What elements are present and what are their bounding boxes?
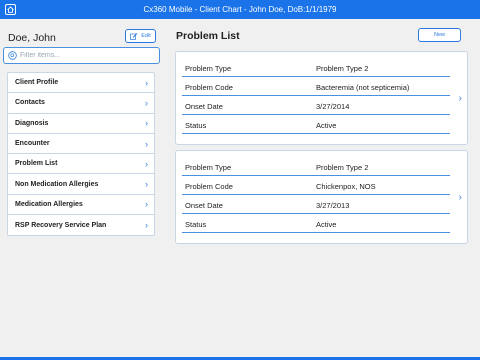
chevron-right-icon: › — [145, 77, 148, 88]
title-bar: Cx360 Mobile - Client Chart - John Doe, … — [0, 0, 480, 19]
detail-value: 3/27/2013 — [316, 201, 350, 210]
detail-key: Problem Code — [185, 182, 233, 191]
chevron-right-icon[interactable]: › — [459, 93, 462, 104]
detail-key: Problem Type — [185, 163, 232, 172]
sidebar-item-rsp-recovery-service-plan[interactable]: RSP Recovery Service Plan › — [8, 215, 154, 235]
detail-value: Problem Type 2 — [316, 64, 369, 73]
filter-field[interactable] — [3, 47, 160, 64]
detail-row: Problem Type Problem Type 2 — [182, 157, 450, 176]
window-title: Cx360 Mobile - Client Chart - John Doe, … — [143, 5, 337, 14]
sidebar-nav: Client Profile › Contacts › Diagnosis › … — [7, 72, 155, 237]
detail-value: Active — [316, 220, 337, 229]
detail-key: Onset Date — [185, 102, 223, 111]
chevron-right-icon: › — [145, 97, 148, 108]
problem-card[interactable]: Problem Type Problem Type 2 Problem Code… — [175, 150, 468, 244]
detail-key: Problem Type — [185, 64, 232, 73]
chevron-right-icon: › — [145, 179, 148, 190]
sidebar-item-label: Encounter — [15, 140, 50, 148]
sidebar-item-problem-list[interactable]: Problem List › — [8, 154, 154, 175]
sidebar-item-label: Contacts — [15, 99, 45, 107]
sidebar-item-non-medication-allergies[interactable]: Non Medication Allergies › — [8, 174, 154, 195]
sidebar-item-label: Medication Allergies — [15, 200, 83, 208]
detail-row: Problem Code Bacteremia (not septicemia) — [182, 77, 450, 96]
detail-value: Problem Type 2 — [316, 163, 369, 172]
chevron-right-icon[interactable]: › — [459, 192, 462, 203]
sidebar-item-diagnosis[interactable]: Diagnosis › — [8, 114, 154, 134]
detail-key: Status — [185, 121, 207, 130]
detail-value: Chickenpox, NOS — [316, 182, 376, 191]
edit-label: Edit — [141, 33, 151, 39]
detail-row: Problem Code Chickenpox, NOS — [182, 176, 450, 195]
sidebar: Doe, John Edit Client Profile › Contacts… — [0, 19, 165, 357]
detail-key: Onset Date — [185, 201, 223, 210]
sidebar-item-label: RSP Recovery Service Plan — [15, 221, 107, 229]
detail-key: Status — [185, 220, 207, 229]
search-icon — [8, 51, 17, 60]
detail-value: Active — [316, 121, 337, 130]
filter-input[interactable] — [20, 52, 155, 59]
sidebar-item-label: Problem List — [15, 160, 58, 168]
page-title: Problem List — [176, 30, 240, 42]
problem-card[interactable]: Problem Type Problem Type 2 Problem Code… — [175, 51, 468, 145]
chevron-right-icon: › — [145, 158, 148, 169]
detail-value: Bacteremia (not septicemia) — [316, 83, 410, 92]
chevron-right-icon: › — [145, 199, 148, 210]
sidebar-item-encounter[interactable]: Encounter › — [8, 134, 154, 155]
detail-row: Onset Date 3/27/2013 — [182, 195, 450, 214]
sidebar-item-label: Non Medication Allergies — [15, 180, 99, 188]
sidebar-item-label: Client Profile — [15, 79, 59, 87]
detail-row: Onset Date 3/27/2014 — [182, 96, 450, 115]
detail-value: 3/27/2014 — [316, 102, 350, 111]
sidebar-item-contacts[interactable]: Contacts › — [8, 93, 154, 114]
chevron-right-icon: › — [145, 220, 148, 231]
detail-key: Problem Code — [185, 83, 233, 92]
detail-row: Problem Type Problem Type 2 — [182, 58, 450, 77]
detail-row: Status Active — [182, 214, 450, 233]
patient-name: Doe, John — [8, 32, 56, 44]
new-button[interactable]: New — [418, 28, 461, 42]
sidebar-item-label: Diagnosis — [15, 119, 49, 127]
sidebar-item-medication-allergies[interactable]: Medication Allergies › — [8, 195, 154, 216]
edit-button[interactable]: Edit — [125, 29, 156, 43]
chevron-right-icon: › — [145, 118, 148, 129]
chevron-right-icon: › — [145, 138, 148, 149]
home-icon[interactable] — [4, 3, 17, 16]
pencil-icon — [130, 32, 138, 40]
sidebar-item-client-profile[interactable]: Client Profile › — [8, 73, 154, 94]
detail-row: Status Active — [182, 115, 450, 134]
